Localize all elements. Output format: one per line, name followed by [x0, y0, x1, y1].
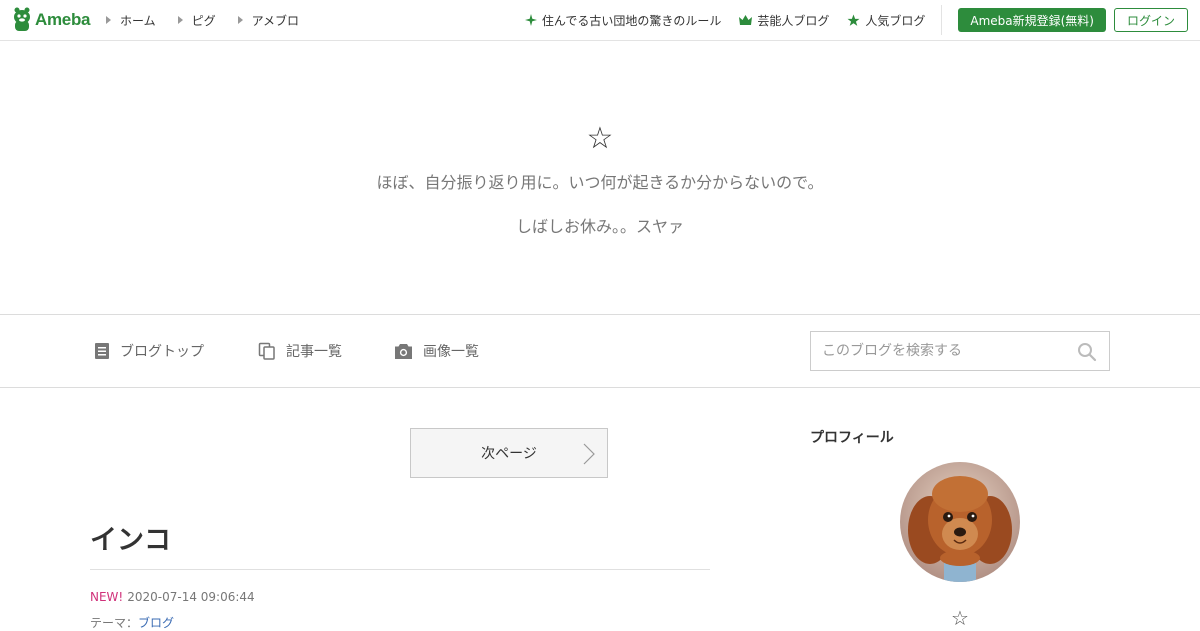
- register-button[interactable]: Ameba新規登録(無料): [958, 8, 1106, 32]
- nav-pigg[interactable]: ピグ: [177, 12, 216, 29]
- search-input[interactable]: [811, 332, 1061, 370]
- ameba-logo[interactable]: Ameba: [12, 7, 90, 33]
- nav-home[interactable]: ホーム: [106, 12, 156, 29]
- link-label: 住んでる古い団地の驚きのルール: [541, 13, 722, 28]
- search-icon: [1078, 343, 1097, 362]
- triangle-right-icon: [237, 16, 243, 24]
- profile-name[interactable]: ☆: [900, 606, 1020, 630]
- subnav-label: 画像一覧: [423, 344, 479, 360]
- star-icon: [847, 14, 860, 26]
- login-button[interactable]: ログイン: [1113, 8, 1188, 32]
- profile-heading: プロフィール: [810, 430, 894, 446]
- header-divider: [941, 5, 943, 35]
- dog-avatar-image: [900, 462, 1020, 582]
- nav-label: ピグ: [191, 13, 216, 28]
- nav-ameblo[interactable]: アメブロ: [237, 12, 300, 29]
- blog-search: [810, 331, 1110, 371]
- copy-icon: [258, 342, 275, 360]
- blog-description: ほぼ、自分振り返り用に。いつ何が起きるか分からないので。: [376, 173, 824, 192]
- global-nav: ホーム ピグ アメブロ: [106, 0, 321, 40]
- crown-icon: [739, 14, 753, 25]
- blog-subnav: ブログトップ 記事一覧 画像一覧: [0, 314, 1200, 388]
- document-icon: [95, 343, 109, 359]
- ameba-mascot-icon: [14, 7, 30, 31]
- entry-meta: NEW! 2020-07-14 09:06:44: [90, 590, 255, 604]
- blog-description-2: しばしお休み。。スヤァ: [515, 217, 684, 236]
- subnav-blog-top[interactable]: ブログトップ: [94, 315, 204, 387]
- search-button[interactable]: [1077, 342, 1097, 362]
- new-badge: NEW!: [90, 590, 124, 604]
- entry-title[interactable]: インコ: [90, 518, 171, 557]
- trending-topic-link[interactable]: 住んでる古い団地の驚きのルール: [524, 12, 722, 29]
- global-header: Ameba ホーム ピグ アメブロ 住んでる古い団地の驚きのルール 芸能人ブログ: [0, 0, 1200, 41]
- camera-icon: [395, 343, 412, 359]
- blog-header: ☆ ほぼ、自分振り返り用に。いつ何が起きるか分からないので。 しばしお休み。。ス…: [0, 41, 1200, 314]
- sparkle-icon: [524, 14, 537, 26]
- header-right: 住んでる古い団地の驚きのルール 芸能人ブログ 人気ブログ Ameba新規登録(無…: [524, 0, 1200, 40]
- next-page-label: 次ページ: [481, 446, 537, 462]
- nav-label: ホーム: [120, 13, 156, 28]
- blog-title[interactable]: ☆: [0, 121, 1200, 156]
- subnav-label: 記事一覧: [286, 344, 342, 360]
- subnav-label: ブログトップ: [120, 344, 204, 360]
- popular-blog-link[interactable]: 人気ブログ: [847, 12, 925, 29]
- theme-prefix: テーマ：: [90, 616, 139, 630]
- celebrity-blog-link[interactable]: 芸能人ブログ: [739, 12, 829, 29]
- nav-label: アメブロ: [251, 13, 300, 28]
- chevron-right-icon: [583, 443, 595, 465]
- entry-divider: [90, 569, 710, 570]
- triangle-right-icon: [106, 16, 111, 24]
- theme-link[interactable]: ブログ: [138, 616, 174, 630]
- subnav-entry-list[interactable]: 記事一覧: [258, 315, 342, 387]
- entry-theme: テーマ：ブログ: [90, 614, 174, 631]
- avatar[interactable]: [900, 462, 1020, 582]
- next-page-button[interactable]: 次ページ: [410, 428, 608, 478]
- logo-text: Ameba: [35, 10, 91, 29]
- subnav-image-list[interactable]: 画像一覧: [394, 315, 479, 387]
- triangle-right-icon: [177, 16, 183, 24]
- link-label: 人気ブログ: [865, 13, 926, 28]
- entry-date: 2020-07-14 09:06:44: [127, 590, 255, 604]
- link-label: 芸能人ブログ: [757, 13, 830, 28]
